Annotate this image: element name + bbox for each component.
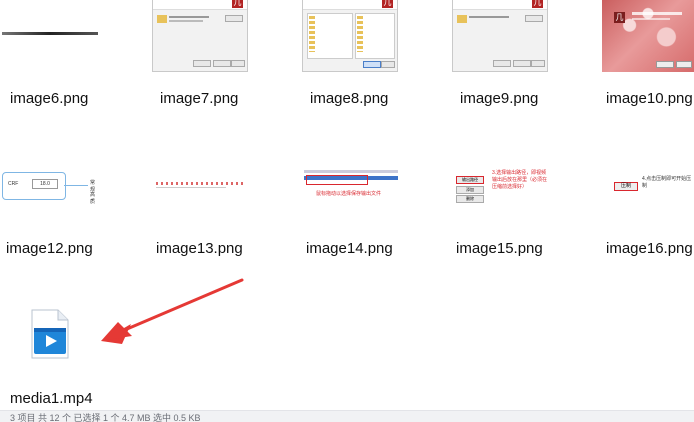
thumbnail-image13 — [152, 178, 248, 192]
hint-text: 鼠标拖动以选择保存输出文件 — [316, 191, 382, 197]
file-name: image10.png — [606, 90, 693, 107]
thumbnail-image12: CRF 18.0 常规 高质 — [2, 168, 98, 204]
file-name: image15.png — [456, 240, 543, 257]
thumbnail-image9: 几 — [452, 0, 548, 72]
annotation-text: 3.选择输出路径，即视频输出后放在那里（必须在压缩前选择好） — [492, 170, 548, 190]
file-tile-image13[interactable]: image13.png — [150, 150, 300, 260]
file-tile-image12[interactable]: CRF 18.0 常规 高质 image12.png — [0, 150, 150, 260]
file-tile-image7[interactable]: 几 image7.png — [150, 0, 300, 110]
thumbnail-image16: 压制 4.点击压制即可开始压制 — [602, 174, 694, 198]
file-name: image9.png — [460, 90, 539, 107]
file-name: image16.png — [606, 240, 693, 257]
file-name: image8.png — [310, 90, 389, 107]
side-text-bottom: 高质 — [90, 192, 96, 204]
annotation-text: 4.点击压制即可开始压制 — [642, 176, 692, 189]
file-tile-image15[interactable]: 输出路径 添加 删除 3.选择输出路径，即视频输出后放在那里（必须在压缩前选择好… — [450, 150, 600, 260]
file-tile-image16[interactable]: 压制 4.点击压制即可开始压制 image16.png — [600, 150, 694, 260]
file-name: image14.png — [306, 240, 393, 257]
file-tile-image9[interactable]: 几 image9.png — [450, 0, 600, 110]
thumbnail-image15: 输出路径 添加 删除 3.选择输出路径，即视频输出后放在那里（必须在压缩前选择好… — [452, 168, 548, 208]
file-name: image6.png — [10, 90, 89, 107]
thumbnail-image10: 几 — [602, 0, 694, 72]
crf-label: CRF — [8, 181, 19, 187]
thumbnail-image7: 几 — [152, 0, 248, 72]
file-name: image12.png — [6, 240, 93, 257]
thumbnail-image6 — [2, 0, 98, 72]
file-tile-image6[interactable]: image6.png — [0, 0, 150, 110]
video-file-icon — [26, 308, 72, 362]
compress-button: 压制 — [614, 182, 638, 191]
file-grid: image6.png 几 image7.png 几 image8.png 几 i… — [0, 0, 694, 410]
file-tile-media1[interactable]: media1.mp4 — [0, 290, 150, 407]
add-button: 添加 — [456, 186, 484, 194]
thumbnail-image8: 几 — [302, 0, 398, 72]
crf-value: 18.0 — [32, 179, 58, 189]
file-name: image13.png — [156, 240, 243, 257]
status-bar: 3 项目 共 12 个 已选择 1 个 4.7 MB 选中 0.5 KB — [0, 410, 694, 422]
file-tile-image8[interactable]: 几 image8.png — [300, 0, 450, 110]
thumbnail-image14: 鼠标拖动以选择保存输出文件 — [302, 168, 398, 208]
file-tile-image14[interactable]: 鼠标拖动以选择保存输出文件 image14.png — [300, 150, 450, 260]
delete-button: 删除 — [456, 195, 484, 203]
file-name: image7.png — [160, 90, 239, 107]
file-tile-image10[interactable]: 几 image10.png — [600, 0, 694, 110]
file-name: media1.mp4 — [10, 390, 93, 407]
output-path-button: 输出路径 — [456, 176, 484, 184]
